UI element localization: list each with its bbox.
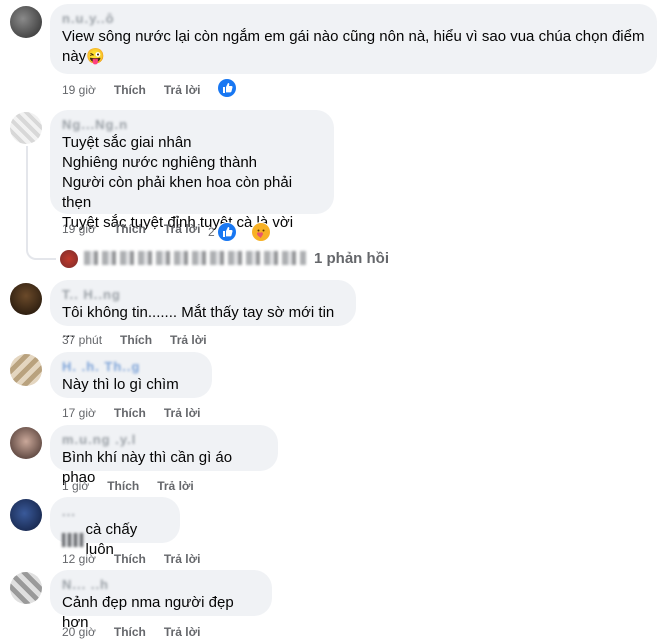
comment-author[interactable]: Ng...Ng.n (62, 117, 322, 133)
comment-bubble: m.u.ng .y.l Bình khí này thì cần gì áo p… (50, 425, 278, 486)
avatar[interactable] (10, 6, 42, 38)
comment-actions: 12 giờ Thích Trả lời (62, 552, 218, 566)
comment-time[interactable]: 12 giờ (62, 552, 96, 566)
comment-author[interactable]: n.u.y..ô (62, 11, 645, 27)
comment-author[interactable]: m.u.ng .y.l (62, 432, 266, 448)
comment-author[interactable]: H. .h. Th..g (62, 359, 200, 375)
comment-text: Nghiêng nước nghiêng thành (62, 154, 258, 171)
comment-time[interactable]: 1 giờ (62, 479, 89, 493)
comment-actions: 1 giờ Thích Trả lời (62, 479, 212, 493)
comment-time[interactable]: 17 giờ (62, 406, 96, 420)
reply-button[interactable]: Trả lời (164, 83, 201, 97)
like-button[interactable]: Thích (107, 479, 139, 493)
avatar[interactable] (10, 283, 42, 315)
comment-actions: 37 phút Thích Trả lời (62, 333, 225, 347)
comment-bubble: H. .h. Th..g Này thì lo gì chìm (50, 352, 212, 398)
comment-author[interactable]: N... ..h (62, 577, 260, 593)
like-button[interactable]: Thích (114, 222, 146, 236)
comment-author[interactable]: ... (62, 504, 168, 520)
comment-actions: 20 giờ Thích Trả lời (62, 625, 218, 639)
like-button[interactable]: Thích (114, 406, 146, 420)
like-reaction-icon (218, 79, 237, 97)
comment-text: Tuyệt sắc giai nhân (62, 134, 192, 151)
reaction-count: 2 (208, 225, 215, 239)
comment-actions: 19 giờ Thích Trả lời (62, 79, 254, 99)
comment-time[interactable]: 20 giờ (62, 625, 96, 639)
comment-time[interactable]: 19 giờ (62, 83, 96, 97)
comment-text: Người còn phải khen hoa còn phải thẹn (62, 174, 293, 211)
reply-button[interactable]: Trả lời (157, 479, 194, 493)
reaction-summary[interactable]: 2 (208, 222, 289, 242)
comment-bubble: T.. H..ng Tôi không tin....... Mắt thấy … (50, 280, 356, 341)
reply-button[interactable]: Trả lời (164, 222, 201, 236)
reply-button[interactable]: Trả lời (164, 406, 201, 420)
reply-button[interactable]: Trả lời (164, 625, 201, 639)
reply-count[interactable]: 1 phản hồi (314, 250, 389, 267)
comment-actions: 17 giờ Thích Trả lời (62, 406, 218, 420)
comment-bubble: n.u.y..ô View sông nước lại còn ngắm em … (50, 4, 657, 74)
avatar[interactable] (10, 499, 42, 531)
avatar[interactable] (10, 354, 42, 386)
avatar[interactable] (10, 572, 42, 604)
thread-line (26, 246, 56, 260)
like-button[interactable]: Thích (114, 552, 146, 566)
reply-button[interactable]: Trả lời (170, 333, 207, 347)
avatar[interactable] (10, 427, 42, 459)
comment-actions: 19 giờ Thích Trả lời (62, 222, 218, 236)
care-reaction-icon (250, 222, 271, 242)
like-reaction-icon (216, 222, 237, 242)
comment-bubble: Ng...Ng.n Tuyệt sắc giai nhân Nghiêng nư… (50, 110, 334, 231)
like-button[interactable]: Thích (120, 333, 152, 347)
blurred-word (62, 533, 84, 547)
avatar[interactable] (10, 112, 42, 144)
like-button[interactable]: Thích (114, 83, 146, 97)
comment-bubble: N... ..h Cảnh đẹp nma người đẹp hơn (50, 570, 272, 631)
thread-line (26, 146, 28, 246)
comment-text: này😜 (62, 48, 105, 65)
reply-avatar (60, 250, 78, 268)
comment-text: View sông nước lại còn ngắm em gái nào c… (62, 28, 645, 45)
comment-text: Này thì lo gì chìm (62, 376, 179, 393)
comment-time[interactable]: 37 phút (62, 333, 102, 347)
like-button[interactable]: Thích (114, 625, 146, 639)
reply-button[interactable]: Trả lời (164, 552, 201, 566)
comment-bubble: ... cà chấy luôn (50, 497, 180, 558)
comment-author[interactable]: T.. H..ng (62, 287, 344, 303)
reply-preview-blur (84, 251, 306, 265)
comment-time[interactable]: 19 giờ (62, 222, 96, 236)
